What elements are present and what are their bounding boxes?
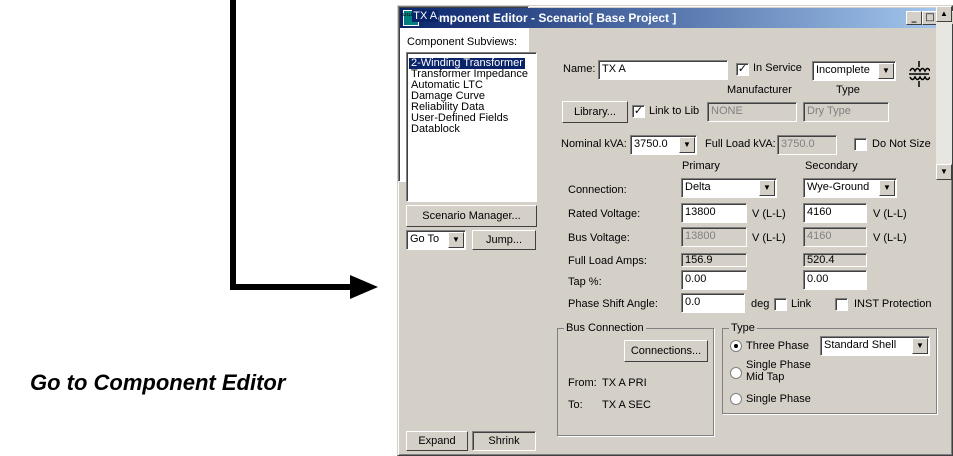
- deg-label: deg: [751, 298, 770, 310]
- title-bar[interactable]: Component Editor - Scenario[ Base Projec…: [400, 8, 953, 28]
- full-load-kva-field: 3750.0: [777, 135, 837, 155]
- bus-voltage-label: Bus Voltage:: [568, 232, 630, 244]
- single-phase-mid-tap-line1: Single Phase: [746, 359, 811, 371]
- nominal-kva-label: Nominal kVA:: [561, 138, 627, 150]
- chevron-down-icon[interactable]: ▼: [448, 232, 464, 248]
- shell-value: Standard Shell: [824, 339, 897, 351]
- tree-item-label: TX A: [412, 10, 439, 22]
- type-field: Dry Type: [803, 102, 889, 122]
- goto-dropdown[interactable]: Go To ▼: [406, 230, 466, 250]
- tap-label: Tap %:: [568, 276, 602, 288]
- transformer-small-icon: ᵚᵚ: [401, 12, 413, 22]
- manufacturer-header: Manufacturer: [727, 84, 792, 96]
- jump-button[interactable]: Jump...: [472, 230, 536, 250]
- goto-value: Go To: [410, 233, 440, 245]
- connections-button[interactable]: Connections...: [624, 340, 708, 362]
- do-not-size-checkbox[interactable]: [854, 138, 867, 151]
- window-title: Component Editor - Scenario[ Base Projec…: [423, 11, 677, 25]
- manufacturer-field: NONE: [707, 102, 797, 122]
- primary-connection-value: Delta: [685, 181, 711, 193]
- primary-bus-voltage-field: 13800: [681, 227, 747, 247]
- link-to-lib-checkbox[interactable]: ✓: [632, 105, 645, 118]
- minimize-button[interactable]: _: [906, 11, 922, 25]
- bus-connection-group: Bus Connection Connections... From: TX A…: [557, 322, 714, 436]
- full-load-amps-label: Full Load Amps:: [568, 255, 647, 267]
- component-editor-window: Component Editor - Scenario[ Base Projec…: [397, 5, 953, 456]
- inst-protection-label: INST Protection: [854, 298, 932, 310]
- secondary-bus-voltage-unit: V (L-L): [873, 232, 907, 244]
- tree-scrollbar[interactable]: ▲ ▼: [936, 6, 952, 180]
- type-group: Type Three Phase Standard Shell ▼ Single…: [722, 322, 937, 414]
- three-phase-label: Three Phase: [746, 340, 809, 352]
- primary-connection-dropdown[interactable]: Delta ▼: [681, 178, 777, 198]
- secondary-tap-field[interactable]: 0.00: [803, 270, 867, 290]
- secondary-bus-voltage-field: 4160: [803, 227, 867, 247]
- primary-rated-voltage-unit: V (L-L): [752, 208, 786, 220]
- single-phase-mid-tap-radio[interactable]: [730, 367, 742, 379]
- connection-label: Connection:: [568, 184, 627, 196]
- arrow-vertical-line: [230, 0, 236, 290]
- type-header: Type: [836, 84, 860, 96]
- chevron-down-icon[interactable]: ▼: [679, 137, 695, 153]
- status-value: Incomplete: [816, 64, 870, 76]
- nominal-kva-dropdown[interactable]: 3750.0 ▼: [630, 135, 697, 155]
- secondary-rated-voltage-unit: V (L-L): [873, 208, 907, 220]
- name-label: Name:: [563, 63, 596, 75]
- secondary-full-load-amps-field: 520.4: [803, 253, 867, 267]
- library-button[interactable]: Library...: [562, 101, 628, 123]
- chevron-down-icon[interactable]: ▼: [878, 63, 894, 79]
- rated-voltage-label: Rated Voltage:: [568, 208, 641, 220]
- shell-dropdown[interactable]: Standard Shell ▼: [820, 336, 930, 356]
- primary-tap-field[interactable]: 0.00: [681, 270, 747, 290]
- to-value: TX A SEC: [602, 399, 651, 411]
- arrow-head-icon: [350, 275, 378, 299]
- from-label: From:: [568, 377, 597, 389]
- do-not-size-label: Do Not Size: [872, 138, 931, 150]
- subview-item[interactable]: Datablock: [409, 124, 534, 135]
- arrow-horizontal-line: [230, 284, 355, 290]
- nominal-kva-value: 3750.0: [634, 138, 668, 150]
- from-value: TX A PRI: [602, 377, 647, 389]
- type-group-title: Type: [729, 322, 757, 334]
- expand-button[interactable]: Expand: [406, 431, 468, 451]
- primary-bus-voltage-unit: V (L-L): [752, 232, 786, 244]
- primary-header: Primary: [682, 160, 720, 172]
- status-dropdown[interactable]: Incomplete ▼: [812, 61, 896, 81]
- full-load-kva-label: Full Load kVA:: [705, 138, 776, 150]
- link-label: Link: [791, 298, 812, 310]
- scroll-down-icon[interactable]: ▼: [936, 164, 952, 180]
- inst-protection-checkbox[interactable]: [835, 298, 848, 311]
- scroll-up-icon[interactable]: ▲: [936, 6, 952, 22]
- chevron-down-icon[interactable]: ▼: [879, 180, 895, 196]
- secondary-connection-value: Wye-Ground: [807, 181, 870, 193]
- single-phase-radio[interactable]: [730, 393, 742, 405]
- in-service-label: In Service: [753, 62, 802, 74]
- primary-rated-voltage-field[interactable]: 13800: [681, 203, 747, 223]
- secondary-connection-dropdown[interactable]: Wye-Ground ▼: [803, 178, 897, 198]
- three-phase-radio[interactable]: [730, 340, 742, 352]
- to-label: To:: [568, 399, 583, 411]
- link-checkbox[interactable]: [774, 298, 787, 311]
- phase-shift-field[interactable]: 0.0: [681, 293, 745, 313]
- scenario-manager-button[interactable]: Scenario Manager...: [406, 205, 537, 227]
- link-to-lib-label: Link to Lib: [649, 105, 700, 117]
- secondary-rated-voltage-field[interactable]: 4160: [803, 203, 867, 223]
- subviews-label: Component Subviews:: [407, 36, 518, 48]
- bus-connection-title: Bus Connection: [564, 322, 646, 334]
- subviews-list[interactable]: 2-Winding Transformer Transformer Impeda…: [406, 52, 537, 202]
- single-phase-mid-tap-line2: Mid Tap: [746, 371, 785, 383]
- shrink-button[interactable]: Shrink: [472, 431, 536, 451]
- in-service-checkbox[interactable]: ✓: [736, 63, 749, 76]
- secondary-header: Secondary: [805, 160, 858, 172]
- single-phase-label: Single Phase: [746, 393, 811, 405]
- primary-full-load-amps-field: 156.9: [681, 253, 747, 267]
- caption-text: Go to Component Editor: [30, 370, 286, 395]
- chevron-down-icon[interactable]: ▼: [912, 338, 928, 354]
- transformer-symbol-icon: [909, 61, 930, 87]
- tree-item[interactable]: ᵚᵚTX A: [401, 10, 439, 22]
- chevron-down-icon[interactable]: ▼: [759, 180, 775, 196]
- name-field[interactable]: TX A: [598, 60, 728, 80]
- phase-shift-label: Phase Shift Angle:: [568, 298, 658, 310]
